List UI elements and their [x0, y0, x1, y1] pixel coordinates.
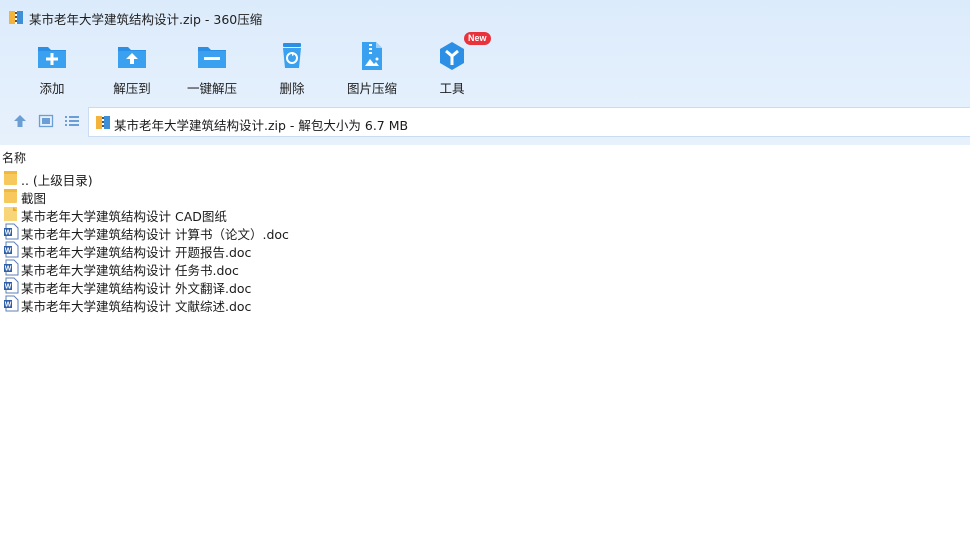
delete-label: 删除	[279, 81, 305, 96]
word-doc-icon: W	[3, 223, 19, 240]
image-compress-label: 图片压缩	[346, 81, 397, 96]
list-view-icon[interactable]	[64, 113, 80, 129]
column-header-name[interactable]: 名称	[2, 149, 26, 166]
image-compress-button[interactable]: 图片压缩	[332, 36, 412, 98]
extract-to-label: 解压到	[113, 81, 151, 96]
view-icon[interactable]	[38, 113, 54, 129]
list-item[interactable]: W 某市老年大学建筑结构设计 外文翻译.doc	[3, 277, 603, 296]
item-name: 某市老年大学建筑结构设计 文献综述.doc	[21, 299, 252, 314]
list-item[interactable]: W 某市老年大学建筑结构设计 计算书（论文）.doc	[3, 223, 603, 242]
tools-button[interactable]: New 工具	[412, 32, 492, 98]
list-item[interactable]: W 某市老年大学建筑结构设计 开题报告.doc	[3, 241, 603, 260]
up-icon[interactable]	[12, 113, 28, 129]
svg-text:W: W	[5, 248, 12, 255]
svg-text:W: W	[5, 266, 12, 273]
title-bar: 某市老年大学建筑结构设计.zip - 360压缩	[0, 0, 970, 34]
list-item[interactable]: W 某市老年大学建筑结构设计 文献综述.doc	[3, 295, 603, 314]
file-rows: .. (上级目录) 截图 某市老年大学建筑结构设计 CAD图纸 W 某市老年大学…	[3, 169, 603, 314]
word-doc-icon: W	[3, 295, 19, 312]
svg-text:W: W	[5, 302, 12, 309]
delete-button[interactable]: 删除	[252, 36, 332, 98]
list-item[interactable]: .. (上级目录)	[3, 169, 603, 188]
extract-to-button[interactable]: 解压到	[92, 36, 172, 98]
tools-icon	[436, 40, 468, 72]
address-bar[interactable]: 某市老年大学建筑结构设计.zip - 解包大小为 6.7 MB	[88, 107, 970, 137]
image-compress-icon	[356, 40, 388, 72]
word-doc-icon: W	[3, 241, 19, 258]
address-text: 某市老年大学建筑结构设计.zip - 解包大小为 6.7 MB	[114, 118, 409, 133]
add-button[interactable]: 添加	[12, 36, 92, 98]
svg-text:W: W	[5, 284, 12, 291]
archive-icon	[8, 9, 24, 25]
new-badge: New	[464, 32, 491, 45]
one-click-extract-button[interactable]: 一键解压	[172, 36, 252, 98]
folder-icon	[3, 187, 19, 204]
word-doc-icon: W	[3, 259, 19, 276]
archive-icon	[95, 114, 111, 130]
list-item[interactable]: 某市老年大学建筑结构设计 CAD图纸	[3, 205, 603, 224]
delete-icon	[276, 40, 308, 72]
tools-label: 工具	[439, 81, 465, 96]
word-doc-icon: W	[3, 277, 19, 294]
window-title: 某市老年大学建筑结构设计.zip - 360压缩	[29, 12, 263, 27]
add-folder-icon	[36, 40, 68, 72]
one-click-extract-label: 一键解压	[186, 81, 237, 96]
list-item[interactable]: 截图	[3, 187, 603, 206]
file-folder-icon	[3, 205, 19, 222]
list-item[interactable]: W 某市老年大学建筑结构设计 任务书.doc	[3, 259, 603, 278]
add-label: 添加	[39, 81, 65, 96]
navigation-bar: 某市老年大学建筑结构设计.zip - 解包大小为 6.7 MB	[0, 106, 970, 137]
window-chrome: 某市老年大学建筑结构设计.zip - 360压缩 添加 解压到 一键解压 删除 …	[0, 0, 970, 145]
file-list: 名称 .. (上级目录) 截图 某市老年大学建筑结构设计 CAD图纸 W 某市老…	[0, 145, 970, 533]
folder-icon	[3, 169, 19, 186]
svg-text:W: W	[5, 230, 12, 237]
one-click-extract-icon	[196, 40, 228, 72]
extract-to-icon	[116, 40, 148, 72]
toolbar: 添加 解压到 一键解压 删除 图片压缩 New 工具	[0, 32, 970, 98]
